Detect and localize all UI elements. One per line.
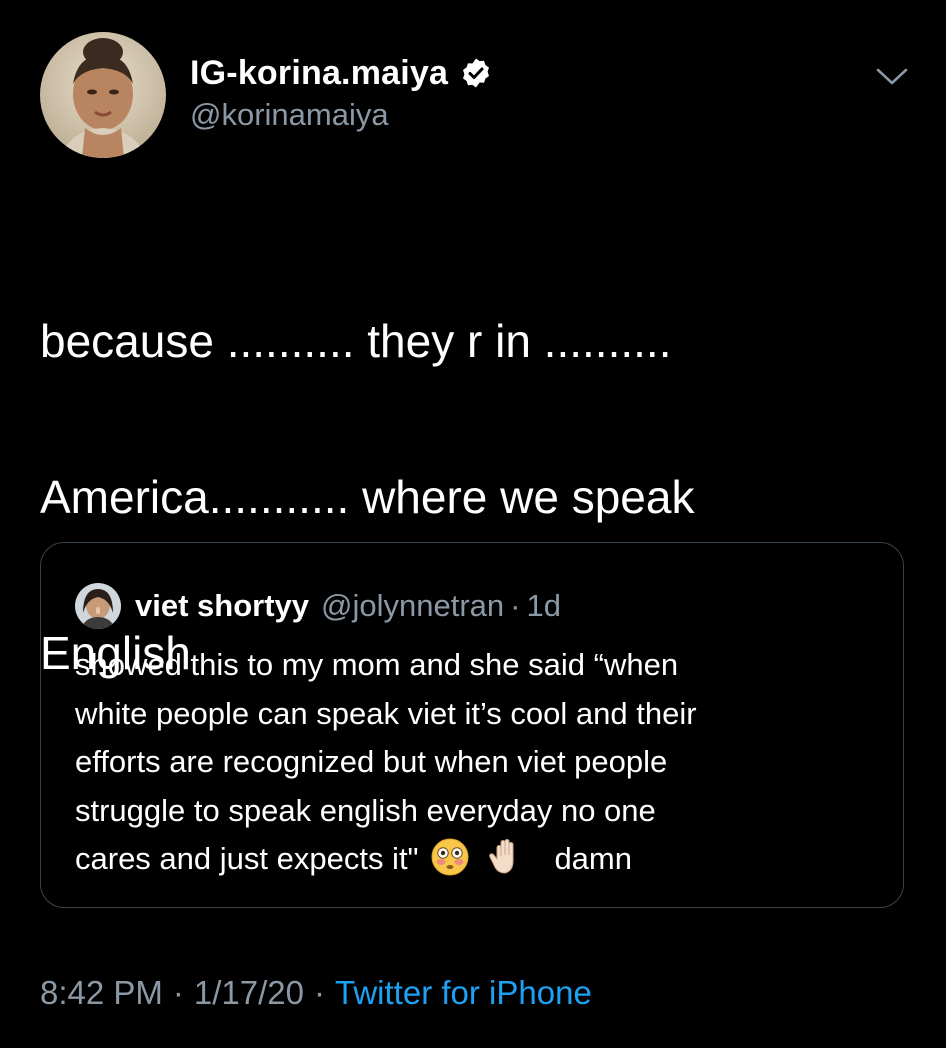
flushed-face-emoji bbox=[430, 837, 470, 877]
tweet-detail: IG-korina.maiya @korinamaiya because ...… bbox=[0, 0, 946, 1048]
quote-text-line: white people can speak viet it’s cool an… bbox=[75, 695, 697, 731]
tweet-time: 8:42 PM bbox=[40, 974, 163, 1011]
quote-text-fragment: cares and just expects it" bbox=[75, 841, 419, 876]
quote-text-line: cares and just expects it" damn bbox=[75, 835, 875, 884]
quote-text-line: struggle to speak english everyday no on… bbox=[75, 792, 656, 828]
tweet-source-link[interactable]: Twitter for iPhone bbox=[335, 974, 592, 1011]
quote-text-fragment: damn bbox=[554, 841, 632, 876]
author-display-name[interactable]: IG-korina.maiya bbox=[190, 54, 448, 93]
raised-hand-emoji bbox=[485, 837, 525, 877]
quote-text-line: efforts are recognized but when viet peo… bbox=[75, 744, 668, 779]
tweet-text-line: America........... where we speak bbox=[40, 471, 695, 523]
author-avatar[interactable] bbox=[40, 32, 166, 158]
quote-separator: · bbox=[510, 588, 521, 623]
quote-header: viet shortyy @jolynnetran · 1d bbox=[135, 583, 561, 629]
meta-separator: · bbox=[314, 974, 326, 1011]
quote-timestamp: 1d bbox=[526, 588, 561, 623]
author-name-row[interactable]: IG-korina.maiya bbox=[190, 50, 492, 96]
chevron-down-icon[interactable] bbox=[872, 62, 912, 90]
tweet-text-line: because .......... they r in .......... bbox=[40, 315, 672, 367]
quote-text-line: showed this to my mom and she said “when bbox=[75, 647, 679, 682]
quote-author-name: viet shortyy bbox=[135, 588, 310, 623]
quote-author-avatar bbox=[75, 583, 121, 629]
quoted-tweet-card[interactable]: viet shortyy @jolynnetran · 1d showed th… bbox=[40, 542, 904, 908]
tweet-meta: 8:42 PM · 1/17/20 · Twitter for iPhone bbox=[40, 974, 592, 1012]
meta-separator: · bbox=[172, 974, 184, 1011]
quote-author-handle: @jolynnetran bbox=[321, 588, 505, 623]
author-handle[interactable]: @korinamaiya bbox=[190, 97, 389, 133]
quote-text: showed this to my mom and she said “when… bbox=[75, 641, 875, 884]
verified-badge-icon bbox=[460, 57, 492, 89]
tweet-date: 1/17/20 bbox=[193, 974, 305, 1011]
